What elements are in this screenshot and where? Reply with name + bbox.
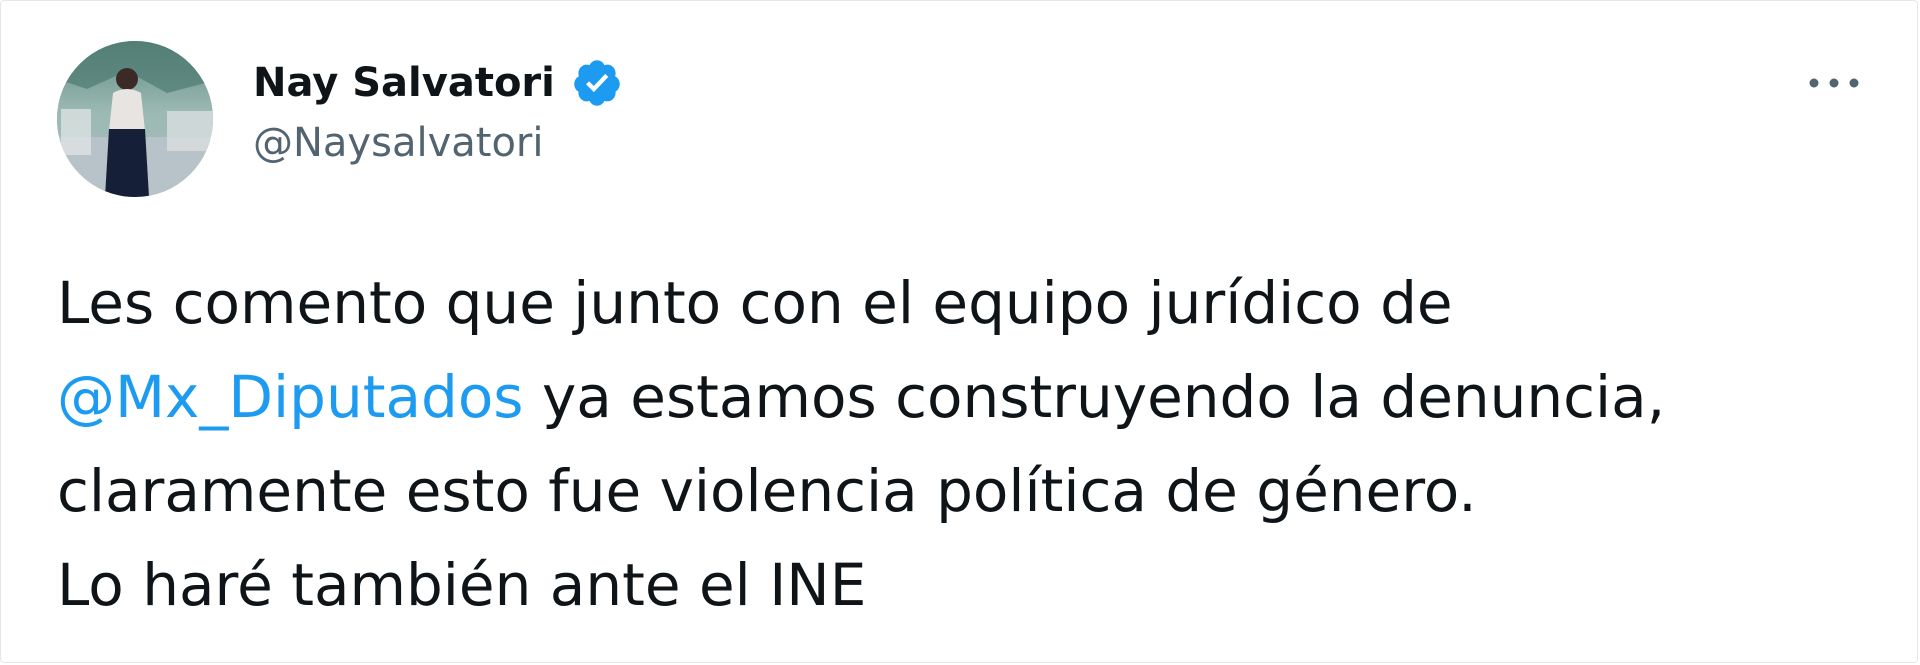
tweet-text-line: claramente esto fue violencia política d… — [57, 457, 1477, 525]
tweet-text-line: @Mx_Diputados ya estamos construyendo la… — [57, 350, 1897, 444]
tweet-text-line: Les comento que junto con el equipo jurí… — [57, 269, 1453, 337]
name-row: Nay Salvatori — [253, 53, 623, 113]
more-options-icon — [1809, 78, 1859, 88]
user-handle[interactable]: @Naysalvatori — [253, 113, 623, 173]
mention-link[interactable]: @Mx_Diputados — [57, 363, 524, 431]
tweet-text-line: Lo haré también ante el INE — [57, 551, 867, 619]
display-name[interactable]: Nay Salvatori — [253, 53, 555, 113]
avatar[interactable] — [57, 41, 213, 197]
verified-badge-icon — [571, 57, 623, 109]
author-block: Nay Salvatori @Naysalvatori — [253, 53, 623, 173]
more-options-button[interactable] — [1801, 61, 1867, 105]
tweet-text: Les comento que junto con el equipo jurí… — [57, 256, 1897, 632]
profile-photo — [57, 41, 213, 197]
tweet-text-segment: ya estamos construyendo la denuncia, — [523, 363, 1666, 431]
tweet-card: Nay Salvatori @Naysalvatori Les comento … — [0, 0, 1918, 663]
